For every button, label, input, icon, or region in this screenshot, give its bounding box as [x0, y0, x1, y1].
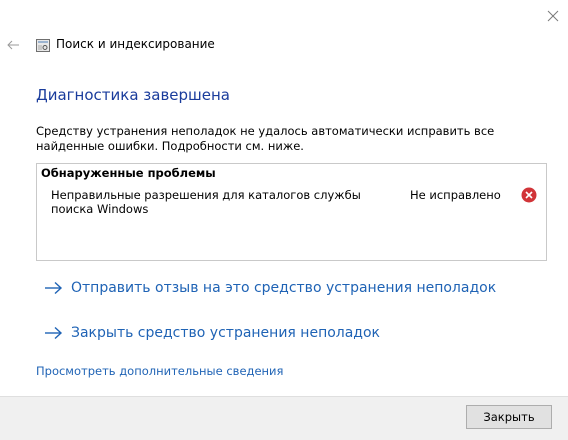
- problem-name: Неправильные разрешения для каталогов сл…: [51, 188, 361, 216]
- problems-header: Обнаруженные проблемы: [41, 166, 216, 180]
- search-indexing-icon: [36, 37, 50, 52]
- close-troubleshooter-label: Закрыть средство устранения неполадок: [71, 325, 381, 341]
- problem-status: Не исправлено: [410, 188, 501, 202]
- arrow-right-icon: [45, 281, 63, 295]
- problems-panel: Обнаруженные проблемы Неправильные разре…: [36, 163, 547, 261]
- page-heading: Диагностика завершена: [36, 86, 230, 104]
- window-close-button[interactable]: [543, 6, 563, 26]
- footer-bar: Закрыть: [0, 396, 568, 440]
- close-icon: [547, 10, 559, 22]
- window-title: Поиск и индексирование: [56, 37, 215, 51]
- send-feedback-label: Отправить отзыв на это средство устранен…: [71, 280, 497, 296]
- arrow-right-icon: [45, 326, 63, 340]
- close-button[interactable]: Закрыть: [466, 405, 552, 429]
- error-icon: [521, 187, 537, 203]
- view-details-link[interactable]: Просмотреть дополнительные сведения: [36, 364, 283, 378]
- back-button[interactable]: [6, 37, 20, 51]
- back-arrow-icon: [7, 40, 19, 50]
- send-feedback-link[interactable]: Отправить отзыв на это средство устранен…: [44, 277, 496, 299]
- page-description: Средству устранения неполадок не удалось…: [36, 124, 495, 153]
- close-troubleshooter-link[interactable]: Закрыть средство устранения неполадок: [44, 322, 380, 344]
